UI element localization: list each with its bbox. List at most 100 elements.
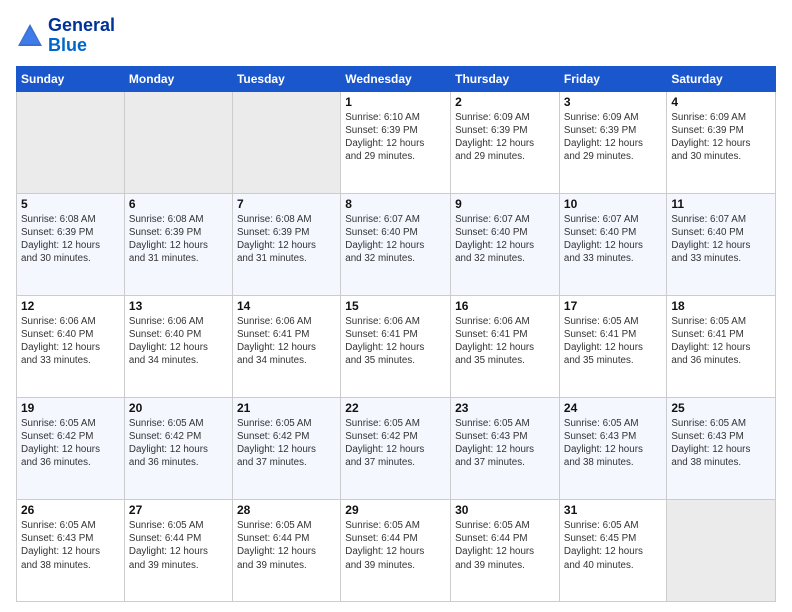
day-number: 23 bbox=[455, 401, 555, 415]
calendar-cell bbox=[17, 91, 125, 193]
calendar-cell: 27 Sunrise: 6:05 AM Sunset: 6:44 PM Dayli… bbox=[124, 499, 232, 601]
calendar-cell: 20 Sunrise: 6:05 AM Sunset: 6:42 PM Dayli… bbox=[124, 397, 232, 499]
calendar-cell: 3 Sunrise: 6:09 AM Sunset: 6:39 PM Daylig… bbox=[559, 91, 666, 193]
day-info: Sunrise: 6:08 AM Sunset: 6:39 PM Dayligh… bbox=[237, 213, 336, 266]
day-info: Sunrise: 6:06 AM Sunset: 6:40 PM Dayligh… bbox=[129, 315, 228, 368]
calendar-week-row: 12 Sunrise: 6:06 AM Sunset: 6:40 PM Dayli… bbox=[17, 295, 776, 397]
day-number: 26 bbox=[21, 503, 120, 517]
day-number: 2 bbox=[455, 95, 555, 109]
day-info: Sunrise: 6:08 AM Sunset: 6:39 PM Dayligh… bbox=[129, 213, 228, 266]
calendar-cell: 30Sunrise: 6:05 AM Sunset: 6:44 PM Dayli… bbox=[451, 499, 560, 601]
day-number: 7 bbox=[237, 197, 336, 211]
day-info: Sunrise: 6:05 AM Sunset: 6:42 PM Dayligh… bbox=[129, 417, 228, 470]
calendar-cell: 11 Sunrise: 6:07 AM Sunset: 6:40 PM Dayli… bbox=[667, 193, 776, 295]
day-number: 12 bbox=[21, 299, 120, 313]
calendar-cell: 25Sunrise: 6:05 AM Sunset: 6:43 PM Dayli… bbox=[667, 397, 776, 499]
calendar-week-row: 26 Sunrise: 6:05 AM Sunset: 6:43 PM Dayli… bbox=[17, 499, 776, 601]
logo-icon bbox=[16, 22, 44, 50]
day-info: Sunrise: 6:05 AM Sunset: 6:43 PM Dayligh… bbox=[455, 417, 555, 470]
day-info: Sunrise: 6:05 AM Sunset: 6:45 PM Dayligh… bbox=[564, 519, 662, 572]
day-number: 6 bbox=[129, 197, 228, 211]
calendar-cell: 5 Sunrise: 6:08 AM Sunset: 6:39 PM Daylig… bbox=[17, 193, 125, 295]
day-number: 11 bbox=[671, 197, 771, 211]
calendar-cell: 22 Sunrise: 6:05 AM Sunset: 6:42 PM Dayli… bbox=[341, 397, 451, 499]
day-info: Sunrise: 6:07 AM Sunset: 6:40 PM Dayligh… bbox=[671, 213, 771, 266]
day-number: 15 bbox=[345, 299, 446, 313]
calendar-day-header: Tuesday bbox=[232, 66, 340, 91]
calendar-day-header: Saturday bbox=[667, 66, 776, 91]
day-number: 21 bbox=[237, 401, 336, 415]
day-number: 13 bbox=[129, 299, 228, 313]
day-info: Sunrise: 6:05 AM Sunset: 6:44 PM Dayligh… bbox=[237, 519, 336, 572]
calendar-day-header: Sunday bbox=[17, 66, 125, 91]
calendar-week-row: 1 Sunrise: 6:10 AM Sunset: 6:39 PM Daylig… bbox=[17, 91, 776, 193]
day-info: Sunrise: 6:08 AM Sunset: 6:39 PM Dayligh… bbox=[21, 213, 120, 266]
calendar-cell: 15 Sunrise: 6:06 AM Sunset: 6:41 PM Dayli… bbox=[341, 295, 451, 397]
calendar-week-row: 19 Sunrise: 6:05 AM Sunset: 6:42 PM Dayli… bbox=[17, 397, 776, 499]
logo-text: GeneralBlue bbox=[48, 16, 115, 56]
day-number: 30 bbox=[455, 503, 555, 517]
calendar-cell: 28 Sunrise: 6:05 AM Sunset: 6:44 PM Dayli… bbox=[232, 499, 340, 601]
day-number: 9 bbox=[455, 197, 555, 211]
calendar-cell: 7 Sunrise: 6:08 AM Sunset: 6:39 PM Daylig… bbox=[232, 193, 340, 295]
day-number: 4 bbox=[671, 95, 771, 109]
day-number: 22 bbox=[345, 401, 446, 415]
calendar-cell: 14 Sunrise: 6:06 AM Sunset: 6:41 PM Dayli… bbox=[232, 295, 340, 397]
day-info: Sunrise: 6:05 AM Sunset: 6:43 PM Dayligh… bbox=[671, 417, 771, 470]
day-info: Sunrise: 6:05 AM Sunset: 6:42 PM Dayligh… bbox=[237, 417, 336, 470]
day-number: 28 bbox=[237, 503, 336, 517]
calendar-table: SundayMondayTuesdayWednesdayThursdayFrid… bbox=[16, 66, 776, 602]
logo: GeneralBlue bbox=[16, 16, 115, 56]
calendar-cell: 21 Sunrise: 6:05 AM Sunset: 6:42 PM Dayli… bbox=[232, 397, 340, 499]
day-number: 17 bbox=[564, 299, 662, 313]
calendar-day-header: Wednesday bbox=[341, 66, 451, 91]
day-number: 20 bbox=[129, 401, 228, 415]
calendar-cell bbox=[232, 91, 340, 193]
day-number: 1 bbox=[345, 95, 446, 109]
day-number: 18 bbox=[671, 299, 771, 313]
day-info: Sunrise: 6:05 AM Sunset: 6:41 PM Dayligh… bbox=[564, 315, 662, 368]
calendar-cell: 13 Sunrise: 6:06 AM Sunset: 6:40 PM Dayli… bbox=[124, 295, 232, 397]
day-number: 16 bbox=[455, 299, 555, 313]
calendar-cell: 17 Sunrise: 6:05 AM Sunset: 6:41 PM Dayli… bbox=[559, 295, 666, 397]
day-info: Sunrise: 6:05 AM Sunset: 6:42 PM Dayligh… bbox=[21, 417, 120, 470]
calendar-cell: 24Sunrise: 6:05 AM Sunset: 6:43 PM Dayli… bbox=[559, 397, 666, 499]
day-info: Sunrise: 6:09 AM Sunset: 6:39 PM Dayligh… bbox=[455, 111, 555, 164]
day-number: 29 bbox=[345, 503, 446, 517]
day-number: 24 bbox=[564, 401, 662, 415]
day-info: Sunrise: 6:07 AM Sunset: 6:40 PM Dayligh… bbox=[345, 213, 446, 266]
day-number: 5 bbox=[21, 197, 120, 211]
day-info: Sunrise: 6:09 AM Sunset: 6:39 PM Dayligh… bbox=[564, 111, 662, 164]
day-number: 3 bbox=[564, 95, 662, 109]
calendar-cell: 18Sunrise: 6:05 AM Sunset: 6:41 PM Dayli… bbox=[667, 295, 776, 397]
day-number: 19 bbox=[21, 401, 120, 415]
calendar-cell: 1 Sunrise: 6:10 AM Sunset: 6:39 PM Daylig… bbox=[341, 91, 451, 193]
day-info: Sunrise: 6:06 AM Sunset: 6:40 PM Dayligh… bbox=[21, 315, 120, 368]
day-info: Sunrise: 6:05 AM Sunset: 6:44 PM Dayligh… bbox=[129, 519, 228, 572]
day-number: 31 bbox=[564, 503, 662, 517]
calendar-cell: 8Sunrise: 6:07 AM Sunset: 6:40 PM Daylig… bbox=[341, 193, 451, 295]
day-info: Sunrise: 6:05 AM Sunset: 6:44 PM Dayligh… bbox=[345, 519, 446, 572]
calendar-cell: 2 Sunrise: 6:09 AM Sunset: 6:39 PM Daylig… bbox=[451, 91, 560, 193]
calendar-cell: 29 Sunrise: 6:05 AM Sunset: 6:44 PM Dayli… bbox=[341, 499, 451, 601]
calendar-cell: 31 Sunrise: 6:05 AM Sunset: 6:45 PM Dayli… bbox=[559, 499, 666, 601]
day-info: Sunrise: 6:06 AM Sunset: 6:41 PM Dayligh… bbox=[455, 315, 555, 368]
day-number: 27 bbox=[129, 503, 228, 517]
calendar-cell: 19 Sunrise: 6:05 AM Sunset: 6:42 PM Dayli… bbox=[17, 397, 125, 499]
day-info: Sunrise: 6:05 AM Sunset: 6:42 PM Dayligh… bbox=[345, 417, 446, 470]
day-info: Sunrise: 6:07 AM Sunset: 6:40 PM Dayligh… bbox=[455, 213, 555, 266]
day-info: Sunrise: 6:05 AM Sunset: 6:43 PM Dayligh… bbox=[21, 519, 120, 572]
calendar-cell: 16 Sunrise: 6:06 AM Sunset: 6:41 PM Dayli… bbox=[451, 295, 560, 397]
day-number: 14 bbox=[237, 299, 336, 313]
calendar-cell: 26 Sunrise: 6:05 AM Sunset: 6:43 PM Dayli… bbox=[17, 499, 125, 601]
calendar-cell bbox=[667, 499, 776, 601]
calendar-cell: 9 Sunrise: 6:07 AM Sunset: 6:40 PM Daylig… bbox=[451, 193, 560, 295]
page: GeneralBlue SundayMondayTuesdayWednesday… bbox=[0, 0, 792, 612]
calendar-cell: 6 Sunrise: 6:08 AM Sunset: 6:39 PM Daylig… bbox=[124, 193, 232, 295]
calendar-day-header: Friday bbox=[559, 66, 666, 91]
day-info: Sunrise: 6:06 AM Sunset: 6:41 PM Dayligh… bbox=[345, 315, 446, 368]
header: GeneralBlue bbox=[16, 16, 776, 56]
calendar-day-header: Thursday bbox=[451, 66, 560, 91]
day-info: Sunrise: 6:10 AM Sunset: 6:39 PM Dayligh… bbox=[345, 111, 446, 164]
day-info: Sunrise: 6:06 AM Sunset: 6:41 PM Dayligh… bbox=[237, 315, 336, 368]
